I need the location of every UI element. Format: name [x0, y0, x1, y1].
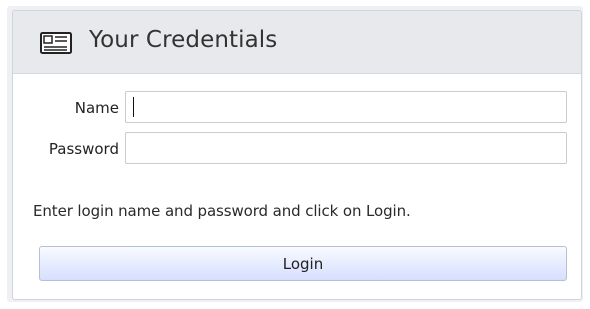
login-instructions: Enter login name and password and click … [33, 202, 411, 220]
password-label: Password [48, 140, 119, 158]
credentials-card-icon [40, 32, 72, 54]
panel-title: Your Credentials [89, 27, 278, 53]
login-button[interactable]: Login [39, 246, 567, 281]
password-field-box[interactable] [125, 132, 567, 164]
name-input[interactable] [126, 92, 566, 122]
name-field-box[interactable] [125, 91, 567, 123]
panel-header: Your Credentials [13, 11, 581, 74]
credentials-panel: Your Credentials Name Password Enter log… [12, 10, 582, 300]
text-caret [133, 97, 134, 117]
password-row: Password [13, 132, 581, 166]
password-input[interactable] [126, 133, 566, 163]
name-row: Name [13, 91, 581, 125]
name-label: Name [74, 99, 119, 117]
